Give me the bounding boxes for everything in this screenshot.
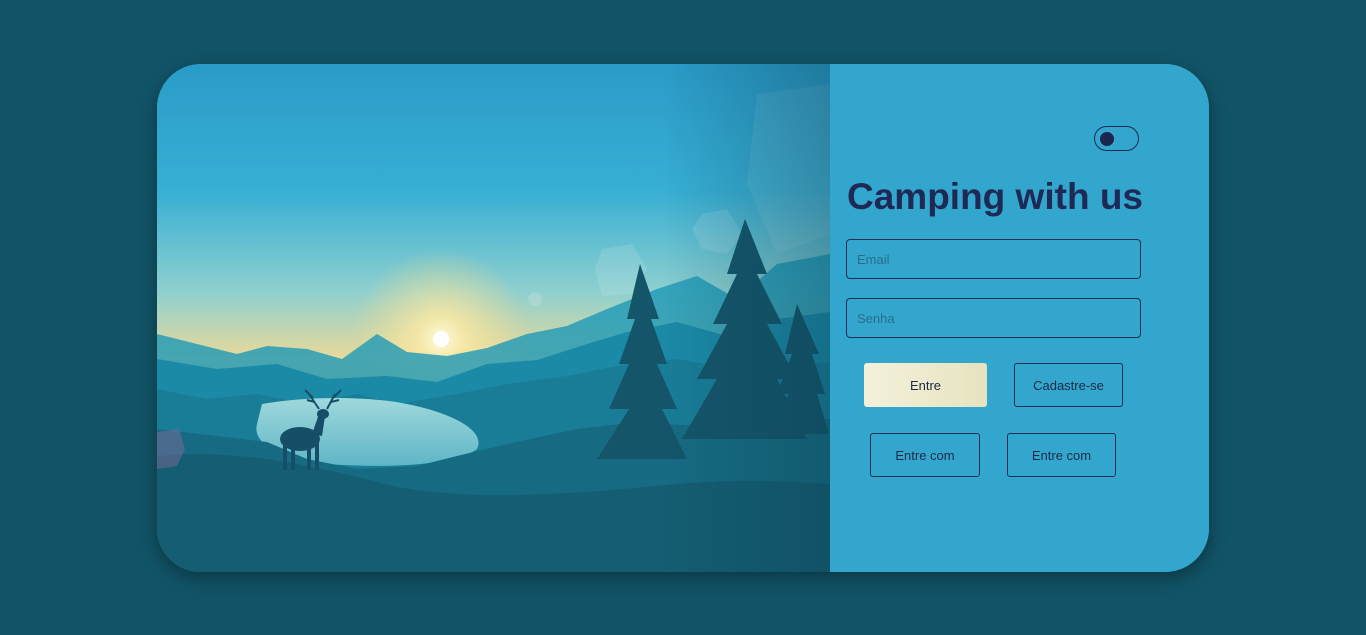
email-field[interactable]	[846, 239, 1141, 279]
landscape-illustration	[157, 64, 830, 572]
password-field[interactable]	[846, 298, 1141, 338]
signup-button[interactable]: Cadastre-se	[1014, 363, 1123, 407]
page-title: Camping with us	[847, 176, 1143, 217]
social-login-button-2[interactable]: Entre com	[1007, 433, 1116, 477]
toggle-knob	[1100, 132, 1114, 146]
theme-toggle[interactable]	[1094, 126, 1139, 151]
login-card: Camping with us Entre Cadastre-se Entre …	[157, 64, 1209, 572]
social-login-button-1[interactable]: Entre com	[870, 433, 980, 477]
login-panel: Camping with us Entre Cadastre-se Entre …	[830, 64, 1209, 572]
login-button[interactable]: Entre	[864, 363, 987, 407]
